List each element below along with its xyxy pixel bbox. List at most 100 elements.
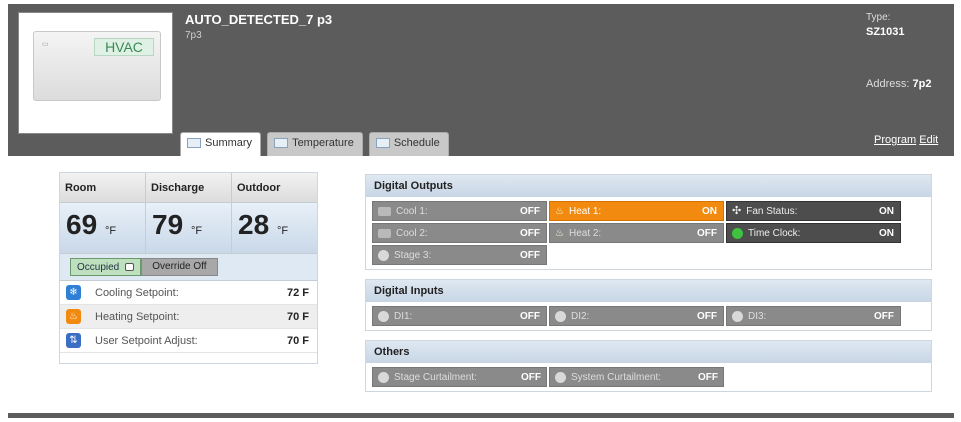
address-value: 7p2 [912,78,932,90]
digital-outputs-title: Digital Outputs [366,175,931,197]
address-label: Address: [866,78,910,90]
input-icon [732,310,743,322]
outdoor-temp: Outdoor 28 °F [232,173,317,253]
input-icon [378,310,389,322]
system-curtailment-status: OFF [698,371,718,383]
input-di1-label: DI1: [394,310,413,322]
room-temp: Room 69 °F [60,173,146,253]
room-temp-label: Room [60,173,145,203]
summary-icon [187,138,201,148]
user-setpoint-value: 70 F [286,334,309,347]
output-fan-status[interactable]: ✣ Fan Status: ON [726,201,901,221]
system-curtailment-label: System Curtailment: [571,371,662,383]
discharge-temp: Discharge 79 °F [146,173,232,253]
cooling-setpoint-value: 72 F [286,286,309,299]
outdoor-temp-label: Outdoor [232,173,317,203]
input-icon [555,310,566,322]
system-curtailment[interactable]: System Curtailment: OFF [549,367,724,387]
snowflake-icon: ❄ [66,285,81,300]
stage-curtailment-label: Stage Curtailment: [394,371,477,383]
type-value: SZ1031 [866,26,905,38]
edit-link[interactable]: Edit [919,134,938,146]
output-cool-2-label: Cool 2: [396,227,428,239]
input-di2-label: DI2: [571,310,590,322]
output-cool-2[interactable]: Cool 2: OFF [372,223,547,243]
input-di2[interactable]: DI2: OFF [549,306,724,326]
thermostat-image: ▭ HVAC [33,31,161,101]
thumbnail-logo: ▭ [42,41,49,48]
room-temp-unit: °F [104,225,117,237]
tab-schedule[interactable]: Schedule [368,132,449,156]
clock-icon [732,227,743,239]
output-heat-1-status: ON [702,205,717,217]
digital-inputs-section: Digital Inputs DI1: OFF DI2: OFF DI3: OFF [365,279,932,331]
tab-temperature[interactable]: Temperature [267,132,363,156]
output-heat-2-label: Heat 2: [568,227,602,239]
tab-schedule-label: Schedule [393,137,440,149]
discharge-temp-label: Discharge [146,173,231,203]
cooling-setpoint-label: Cooling Setpoint: [95,286,179,299]
header-links: Program Edit [874,134,938,146]
others-section: Others Stage Curtailment: OFF System Curt… [365,340,932,392]
input-di1[interactable]: DI1: OFF [372,306,547,326]
user-setpoint-row[interactable]: ⇅ User Setpoint Adjust: 70 F [60,329,317,353]
input-di1-status: OFF [520,310,540,322]
output-cool-1[interactable]: Cool 1: OFF [372,201,547,221]
override-button[interactable]: Override Off [141,258,218,276]
outdoor-temp-value: 28 [238,209,270,240]
tab-bar: Summary Temperature Schedule [180,132,449,158]
output-stage-3-status: OFF [520,249,540,261]
address: Address: 7p2 [866,78,931,90]
tab-summary-label: Summary [205,137,253,149]
fan-icon: ✣ [732,204,742,217]
output-fan-status-status: ON [879,205,894,217]
flame-icon: ♨ [66,309,81,324]
stage-curtailment-status: OFF [521,371,541,383]
chart-icon [274,138,289,148]
output-time-clock-label: Time Clock: [748,227,801,239]
program-link[interactable]: Program [874,134,916,146]
temperature-panel: Room 69 °F Discharge 79 °F Outdoor 28 °F… [59,172,318,364]
stage-icon [378,249,389,261]
output-stage-3[interactable]: Stage 3: OFF [372,245,547,265]
input-di3[interactable]: DI3: OFF [726,306,901,326]
outdoor-temp-value-box: 28 °F [232,203,317,253]
digital-inputs-title: Digital Inputs [366,280,931,302]
discharge-temp-unit: °F [190,225,203,237]
heat-icon: ♨ [555,205,564,217]
output-time-clock[interactable]: Time Clock: ON [726,223,901,243]
discharge-temp-value: 79 [152,209,184,240]
heating-setpoint-row[interactable]: ♨ Heating Setpoint: 70 F [60,305,317,329]
stage-curtailment[interactable]: Stage Curtailment: OFF [372,367,547,387]
user-setpoint-label: User Setpoint Adjust: [95,334,198,347]
output-heat-2-status: OFF [697,227,717,239]
digital-inputs-grid: DI1: OFF DI2: OFF DI3: OFF [366,302,931,330]
output-time-clock-status: ON [879,227,894,239]
heat-icon: ♨ [555,227,564,239]
room-temp-value-box: 69 °F [60,203,145,253]
room-temp-value: 69 [66,209,98,240]
io-panel: Digital Outputs Cool 1: OFF ♨ Heat 1: ON ✣ F… [365,174,932,401]
occupied-button[interactable]: Occupied [70,258,142,276]
outdoor-temp-unit: °F [276,225,289,237]
device-subtitle: 7p3 [185,30,202,41]
input-di2-status: OFF [697,310,717,322]
occupied-label: Occupied [77,261,120,273]
discharge-temp-value-box: 79 °F [146,203,231,253]
cool-icon [378,206,391,216]
cooling-setpoint-row[interactable]: ❄ Cooling Setpoint: 72 F [60,281,317,305]
input-di3-status: OFF [874,310,894,322]
thumbnail-label: HVAC [94,38,154,56]
digital-outputs-section: Digital Outputs Cool 1: OFF ♨ Heat 1: ON ✣ F… [365,174,932,270]
output-heat-2[interactable]: ♨ Heat 2: OFF [549,223,724,243]
output-cool-1-status: OFF [520,205,540,217]
cool-icon [378,228,391,238]
heating-setpoint-label: Heating Setpoint: [95,310,180,323]
curtailment-icon [378,371,389,383]
device-panel: ▭ HVAC AUTO_DETECTED_7 p3 7p3 Type: SZ10… [8,4,954,418]
device-title: AUTO_DETECTED_7 p3 [185,12,333,27]
occupancy-bar: Occupied Override Off [60,253,317,281]
heating-setpoint-value: 70 F [286,310,309,323]
tab-summary[interactable]: Summary [180,132,262,158]
output-heat-1[interactable]: ♨ Heat 1: ON [549,201,724,221]
